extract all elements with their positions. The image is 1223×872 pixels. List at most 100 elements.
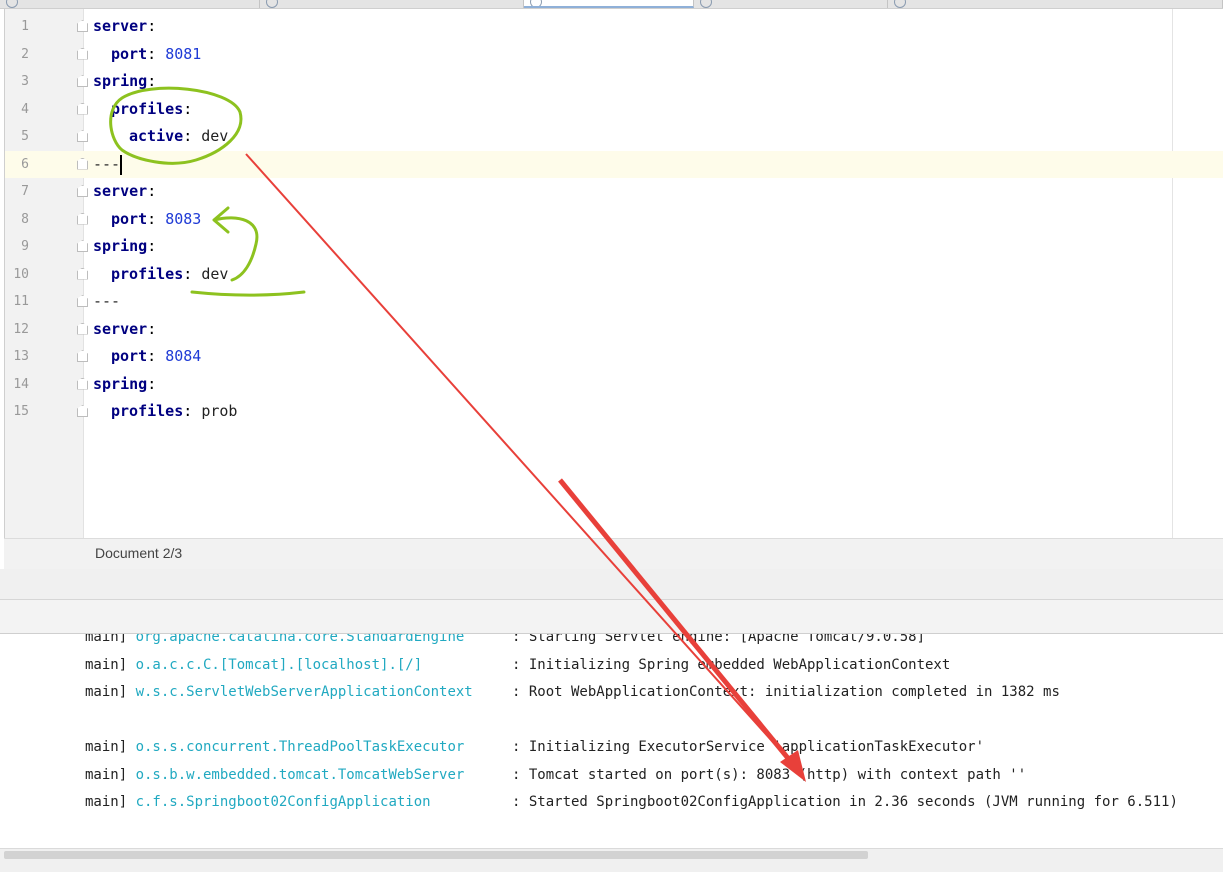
editor-tab[interactable]	[0, 0, 260, 8]
code-line[interactable]: 4 profiles:	[5, 96, 1223, 124]
line-number: 10	[13, 266, 29, 282]
code-text: profiles: prob	[111, 398, 237, 426]
thread-name: main]	[85, 766, 136, 783]
line-number: 6	[21, 156, 29, 172]
run-toolbar	[0, 600, 1223, 634]
logger-name[interactable]: o.a.c.c.C.[Tomcat].[localhost].[/]	[136, 657, 423, 673]
code-text: port: 8084	[111, 343, 201, 371]
panel-header	[0, 569, 1223, 600]
code-text: port: 8083	[111, 206, 201, 234]
fold-icon[interactable]	[77, 20, 88, 32]
thread-name: main]	[85, 656, 136, 673]
yaml-key: profiles	[111, 402, 184, 420]
logger-name[interactable]: org.apache.catalina.core.StandardEngine	[136, 634, 465, 645]
horizontal-scrollbar[interactable]	[0, 848, 1223, 872]
thread-name: main]	[85, 739, 136, 755]
code-editor[interactable]: 1 server: 2 port: 8081 3 spring: 4 profiles: 5 ac…	[4, 9, 1223, 538]
code-line[interactable]: 1 server:	[5, 13, 1223, 41]
log-message: : Tomcat started on port(s): 8083 (http)…	[512, 766, 1027, 783]
yaml-separator: :	[147, 182, 157, 200]
code-lines: 1 server: 2 port: 8081 3 spring: 4 profiles: 5 ac…	[5, 13, 1223, 426]
fold-icon[interactable]	[77, 157, 88, 170]
code-line[interactable]: 3 spring:	[5, 68, 1223, 96]
console-line: main] o.s.s.concurrent.ThreadPoolTaskExe…	[85, 736, 984, 758]
code-line[interactable]: 14 spring:	[5, 371, 1223, 399]
yaml-value: ---	[93, 154, 121, 173]
thread-name: main]	[85, 794, 136, 810]
fold-icon[interactable]	[77, 267, 88, 280]
code-line[interactable]: 13 port: 8084	[5, 343, 1223, 371]
editor-tab[interactable]	[888, 0, 1223, 8]
line-number: 15	[13, 404, 29, 419]
logger-name[interactable]: o.s.s.concurrent.ThreadPoolTaskExecutor	[136, 739, 465, 755]
yaml-key: server	[93, 319, 148, 338]
scrollbar-thumb[interactable]	[4, 851, 868, 859]
fold-icon[interactable]	[77, 75, 88, 87]
code-line[interactable]: 2 port: 8081	[5, 41, 1223, 69]
yaml-key: port	[111, 44, 148, 63]
log-message: : Started Springboot02ConfigApplication …	[512, 794, 1178, 810]
fold-icon[interactable]	[77, 212, 88, 225]
code-text: spring:	[93, 233, 156, 261]
yaml-separator: :	[147, 44, 166, 63]
line-number: 9	[21, 239, 29, 254]
code-line[interactable]: 15 profiles: prob	[5, 398, 1223, 426]
code-line[interactable]: 11 ---	[5, 288, 1223, 316]
line-number: 11	[13, 294, 29, 309]
yaml-key: profiles	[111, 99, 184, 118]
yaml-separator: :	[147, 209, 166, 228]
code-line[interactable]: 8 port: 8083	[5, 206, 1223, 234]
logger-name[interactable]: c.f.s.Springboot02ConfigApplication	[136, 794, 431, 810]
fold-icon[interactable]	[77, 130, 88, 142]
fold-icon[interactable]	[77, 185, 88, 197]
yaml-value: 8081	[165, 44, 202, 63]
yaml-value: ---	[93, 292, 121, 310]
code-line[interactable]: 5 active: dev	[5, 123, 1223, 151]
fold-icon[interactable]	[77, 405, 88, 417]
file-icon	[700, 0, 712, 8]
fold-icon[interactable]	[77, 350, 88, 362]
fold-icon[interactable]	[77, 295, 88, 307]
console-output[interactable]: main] org.apache.catalina.core.StandardE…	[0, 634, 1223, 848]
document-indicator[interactable]: Document 2/3	[95, 545, 182, 561]
code-line[interactable]: 10 profiles: dev	[5, 261, 1223, 289]
code-text: ---	[93, 151, 120, 179]
line-number: 1	[21, 19, 29, 34]
editor-tab-active[interactable]	[524, 0, 694, 8]
yaml-value: dev	[201, 264, 229, 283]
fold-icon[interactable]	[77, 377, 88, 390]
code-text: server:	[93, 178, 156, 206]
thread-name: main]	[85, 634, 136, 645]
yaml-separator: :	[147, 72, 157, 90]
editor-tab[interactable]	[260, 0, 524, 8]
fold-icon[interactable]	[77, 47, 88, 60]
fold-icon[interactable]	[77, 102, 88, 115]
yaml-value: 8084	[165, 347, 202, 365]
yaml-value: prob	[201, 402, 238, 420]
fold-icon[interactable]	[77, 240, 88, 252]
code-text: profiles: dev	[111, 261, 228, 289]
fold-icon[interactable]	[77, 322, 88, 335]
console-line: main] c.f.s.Springboot02ConfigApplicatio…	[85, 791, 1178, 813]
yaml-separator: :	[147, 237, 157, 255]
line-number: 5	[21, 129, 29, 144]
thread-name: main]	[85, 684, 136, 700]
line-number: 8	[21, 211, 29, 227]
code-line[interactable]: 12 server:	[5, 316, 1223, 344]
yaml-key: spring	[93, 237, 148, 255]
yaml-separator: :	[147, 319, 157, 338]
code-line[interactable]: 6 ---	[5, 150, 1223, 179]
code-line[interactable]: 7 server:	[5, 178, 1223, 206]
yaml-key: port	[111, 347, 148, 365]
line-number: 14	[13, 376, 29, 392]
logger-name[interactable]: w.s.c.ServletWebServerApplicationContext	[136, 684, 473, 700]
editor-tab[interactable]	[694, 0, 888, 8]
log-message: : Initializing ExecutorService 'applicat…	[512, 739, 985, 755]
yaml-key: spring	[93, 72, 148, 90]
code-line[interactable]: 9 spring:	[5, 233, 1223, 261]
logger-name[interactable]: o.s.b.w.embedded.tomcat.TomcatWebServer	[136, 767, 465, 783]
code-text: profiles:	[111, 96, 192, 124]
code-text: server:	[93, 316, 156, 344]
file-icon	[530, 0, 542, 6]
yaml-separator: :	[147, 17, 157, 35]
